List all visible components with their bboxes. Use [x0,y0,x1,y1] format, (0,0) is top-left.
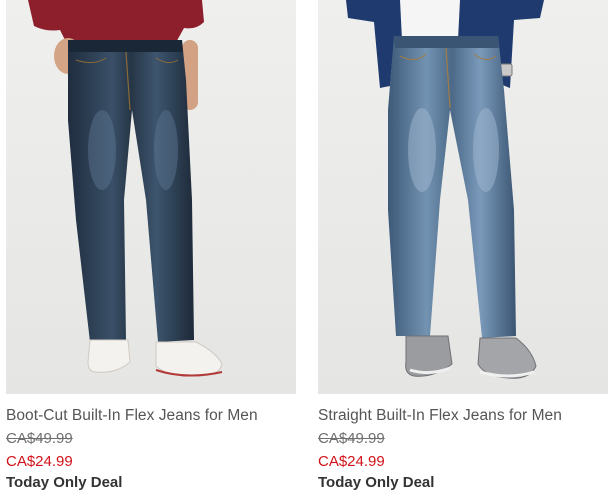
product-title[interactable]: Boot-Cut Built-In Flex Jeans for Men [6,406,296,426]
product-image[interactable] [318,0,608,394]
deal-badge: Today Only Deal [318,474,435,491]
original-price: CA$49.99 [318,430,385,447]
product-card[interactable]: Boot-Cut Built-In Flex Jeans for Men CA$… [6,0,296,496]
jeans-photo-icon [6,0,296,394]
jeans-photo-icon [318,0,608,394]
original-price: CA$49.99 [6,430,73,447]
deal-badge: Today Only Deal [6,474,123,491]
product-card[interactable]: Straight Built-In Flex Jeans for Men CA$… [318,0,608,496]
sale-price: CA$24.99 [6,453,73,470]
product-grid: Boot-Cut Built-In Flex Jeans for Men CA$… [0,0,608,496]
product-image[interactable] [6,0,296,394]
sale-price: CA$24.99 [318,453,385,470]
product-title[interactable]: Straight Built-In Flex Jeans for Men [318,406,608,426]
